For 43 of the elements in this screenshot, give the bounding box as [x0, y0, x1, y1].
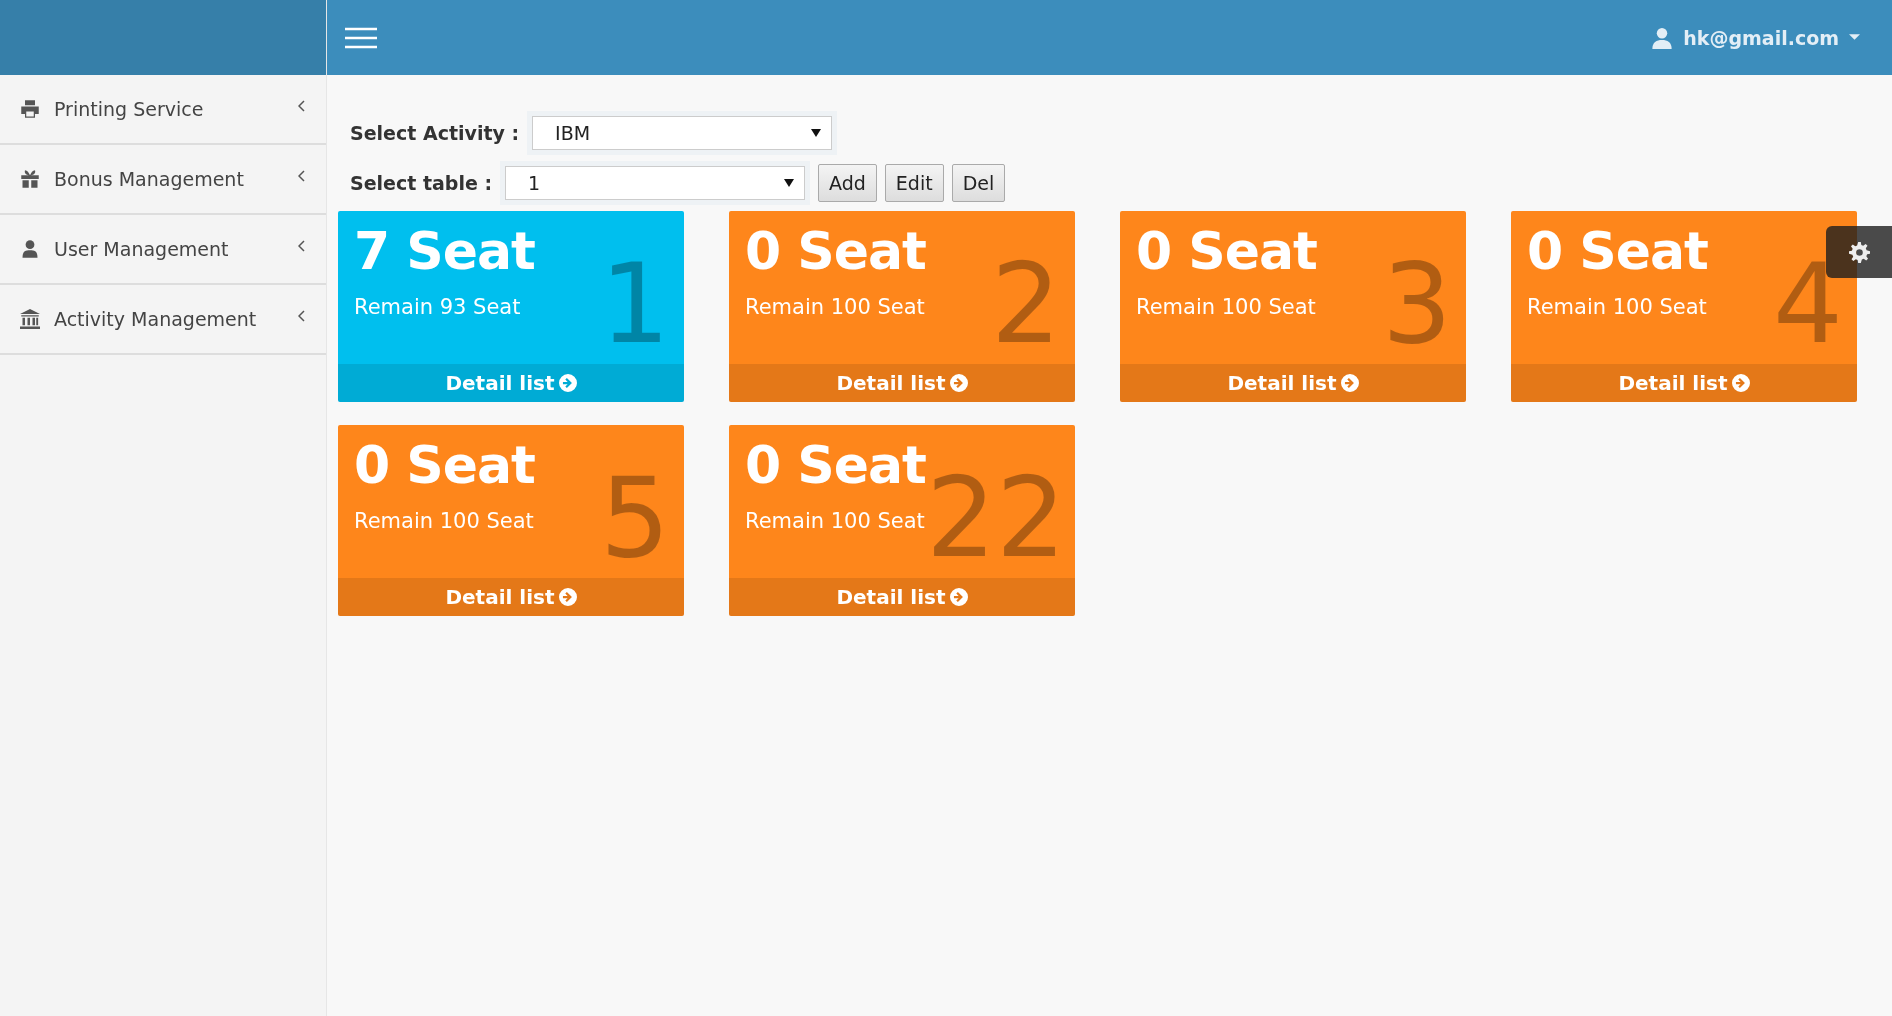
- bank-icon: [20, 309, 40, 329]
- caret-icon: [1849, 34, 1860, 41]
- dropdown-arrow-icon: [811, 129, 822, 137]
- remaining-seats: Remain 100 Seat: [745, 509, 926, 533]
- table-number: 22: [925, 463, 1066, 578]
- seat-count: 7 Seat: [354, 221, 535, 281]
- settings-icon: [1848, 241, 1870, 263]
- table-select[interactable]: 1: [505, 166, 806, 200]
- chevron-icon: [298, 100, 306, 112]
- field-label: Select table :: [350, 172, 493, 194]
- printer-icon: [20, 99, 40, 119]
- sidebar-item[interactable]: Activity Management: [0, 285, 326, 355]
- seat-count: 0 Seat: [745, 435, 926, 495]
- field-label: Select Activity :: [350, 122, 520, 144]
- seat-count: 0 Seat: [1136, 221, 1317, 281]
- table-action-button[interactable]: Add: [818, 164, 877, 202]
- activity-select[interactable]: IBM: [532, 116, 833, 150]
- remaining-seats: Remain 100 Seat: [1136, 295, 1317, 319]
- chevron-icon: [298, 170, 306, 182]
- table-number: 3: [1382, 249, 1452, 364]
- table-action-button[interactable]: Edit: [884, 164, 944, 202]
- user-icon: [20, 239, 40, 259]
- table-number: 5: [600, 463, 670, 578]
- remaining-seats: Remain 100 Seat: [745, 295, 926, 319]
- chevron-icon: [298, 240, 306, 252]
- menu-icon[interactable]: [345, 26, 377, 49]
- table-number: 4: [1773, 249, 1843, 364]
- remaining-seats: Remain 100 Seat: [1527, 295, 1708, 319]
- remaining-seats: Remain 100 Seat: [354, 509, 535, 533]
- sidebar-item[interactable]: User Management: [0, 215, 326, 285]
- sidebar-item[interactable]: Bonus Management: [0, 145, 326, 215]
- table-number: 1: [600, 249, 670, 364]
- remaining-seats: Remain 93 Seat: [354, 295, 535, 319]
- user-icon: [1651, 26, 1674, 49]
- table-action-button[interactable]: Del: [951, 164, 1006, 202]
- seat-count: 0 Seat: [1527, 221, 1708, 281]
- chevron-icon: [298, 310, 306, 322]
- gift-icon: [20, 169, 40, 189]
- sidebar-item[interactable]: Printing Service: [0, 75, 326, 145]
- dropdown-arrow-icon: [784, 179, 795, 187]
- seat-count: 0 Seat: [745, 221, 926, 281]
- table-number: 2: [991, 249, 1061, 364]
- seat-count: 0 Seat: [354, 435, 535, 495]
